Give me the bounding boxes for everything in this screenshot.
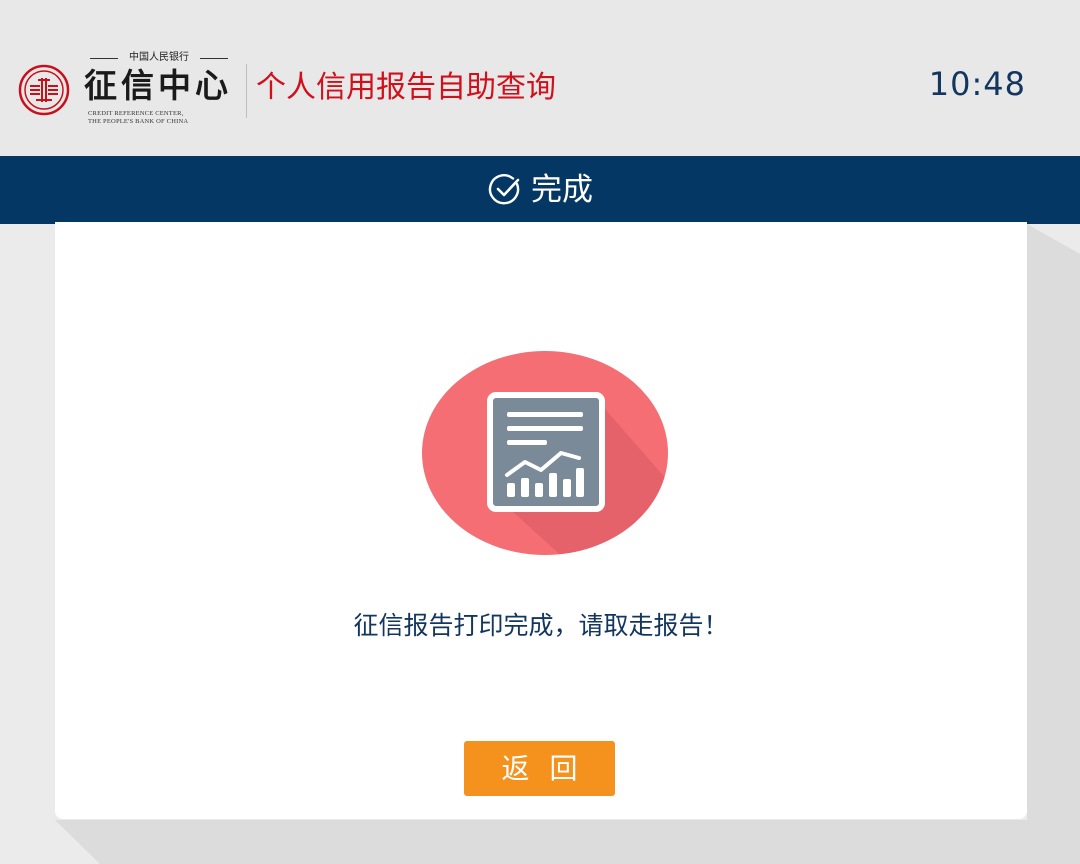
logo-en-line2: THE PEOPLE'S BANK OF CHINA bbox=[88, 118, 189, 125]
report-chart-icon bbox=[422, 351, 668, 555]
completion-message: 征信报告打印完成，请取走报告！ bbox=[353, 611, 729, 640]
check-circle-icon bbox=[488, 174, 520, 205]
result-card: 征信报告打印完成，请取走报告！ 返回 bbox=[55, 222, 1027, 819]
app-header: 中国人民银行 征信中心 CREDIT REFERENCE CENTER, THE… bbox=[0, 0, 1080, 156]
header-divider bbox=[246, 64, 247, 118]
logo-english-name: CREDIT REFERENCE CENTER, THE PEOPLE'S BA… bbox=[88, 110, 240, 126]
step-bar: 完成 bbox=[0, 156, 1080, 224]
logo-main-title: 征信中心 bbox=[84, 66, 232, 105]
clock: 10:48 bbox=[928, 65, 1026, 103]
step-label: 完成 bbox=[531, 172, 593, 208]
step-indicator: 完成 bbox=[0, 156, 1080, 224]
credit-center-logo: 中国人民银行 征信中心 CREDIT REFERENCE CENTER, THE… bbox=[84, 50, 240, 134]
credit-center-seal-icon bbox=[18, 64, 70, 116]
app-title: 个人信用报告自助查询 bbox=[256, 70, 556, 105]
back-button[interactable]: 返回 bbox=[464, 741, 615, 796]
logo-en-line1: CREDIT REFERENCE CENTER, bbox=[88, 110, 184, 117]
